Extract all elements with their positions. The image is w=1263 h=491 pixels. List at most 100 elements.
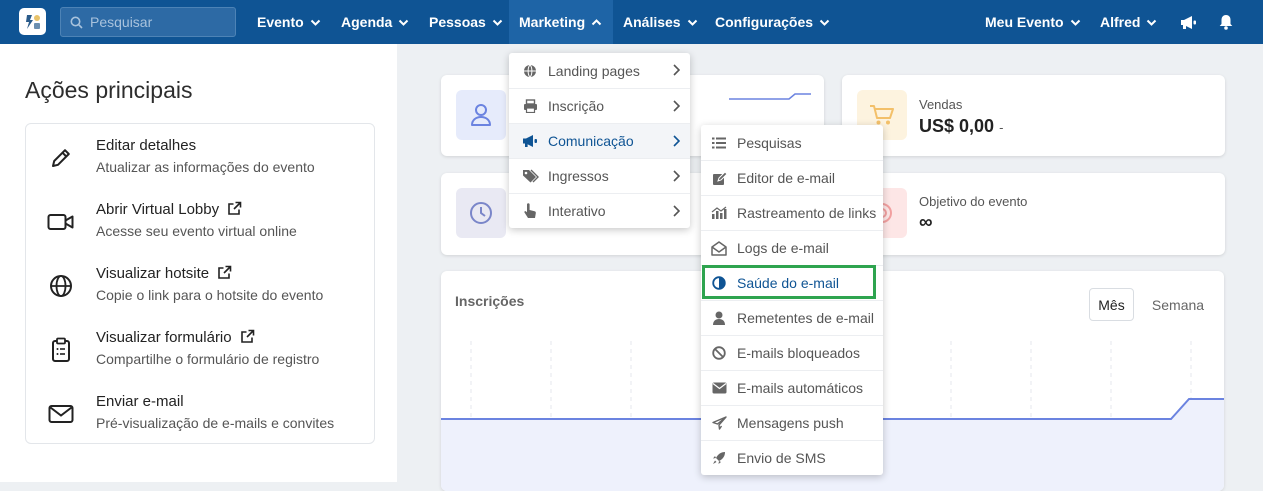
submenu-item-emails-automaticos[interactable]: E-mails automáticos (701, 370, 883, 405)
search-input[interactable]: Pesquisar (60, 7, 236, 37)
top-navigation-bar: Pesquisar Evento Agenda Pessoas Marketin… (0, 0, 1263, 44)
action-view-form[interactable]: Visualizar formulário Compartilhe o form… (26, 316, 376, 380)
app-logo[interactable] (19, 8, 46, 35)
rocket-icon (710, 451, 728, 465)
nav-label: Análises (623, 14, 681, 30)
chevron-down-icon (310, 19, 320, 26)
globe-icon (47, 272, 75, 300)
tags-icon (521, 169, 539, 183)
clock-icon (456, 188, 506, 238)
action-subtitle: Compartilhe o formulário de registro (96, 351, 320, 367)
submenu-item-label: Editor de e-mail (737, 170, 836, 186)
menu-item-label: Ingressos (548, 168, 609, 184)
external-link-icon (218, 265, 232, 279)
sales-delta: - (999, 120, 1004, 135)
chevron-right-icon (673, 205, 680, 217)
submenu-item-label: E-mails automáticos (737, 380, 864, 396)
nav-label: Pessoas (429, 14, 486, 30)
chevron-right-icon (673, 64, 680, 76)
megaphone-icon (521, 134, 539, 148)
action-title-text: Visualizar formulário (96, 329, 232, 346)
action-view-hotsite[interactable]: Visualizar hotsite Copie o link para o h… (26, 252, 376, 316)
submenu-item-label: Logs de e-mail (737, 240, 829, 256)
nav-label: Configurações (715, 14, 814, 30)
chevron-down-icon (687, 19, 697, 26)
submenu-item-label: Pesquisas (737, 134, 802, 151)
menu-item-landing-pages[interactable]: Landing pages (509, 53, 690, 88)
sales-label: Vendas (919, 97, 963, 112)
nav-agenda[interactable]: Agenda (333, 0, 417, 44)
submenu-item-emails-bloqueados[interactable]: E-mails bloqueados (701, 335, 883, 370)
submenu-item-rastreamento-de-links[interactable]: Rastreamento de links (701, 195, 883, 230)
nav-label: Marketing (519, 14, 586, 30)
envelope-icon (710, 382, 728, 394)
nav-label: Meu Evento (985, 14, 1064, 30)
action-title: Abrir Virtual Lobby (96, 201, 242, 218)
envelope-open-icon (710, 240, 728, 256)
chevron-down-icon (1147, 19, 1157, 26)
action-subtitle: Copie o link para o hotsite do evento (96, 287, 324, 303)
action-edit-details[interactable]: Editar detalhes Atualizar as informações… (26, 124, 376, 188)
submenu-item-editor-de-email[interactable]: Editor de e-mail (701, 160, 883, 195)
chevron-right-icon (673, 135, 680, 147)
chevron-down-icon (1070, 19, 1080, 26)
menu-item-interativo[interactable]: Interativo (509, 193, 690, 228)
clipboard-icon (47, 336, 75, 364)
chevron-right-icon (673, 100, 680, 112)
action-title-text: Abrir Virtual Lobby (96, 201, 220, 218)
action-title: Visualizar hotsite (96, 265, 232, 282)
card-event-goal: Objetivo do evento ∞ (842, 173, 1225, 255)
highlight-box (702, 265, 876, 299)
menu-item-label: Landing pages (548, 62, 640, 79)
communication-submenu: Pesquisas Editor de e-mail Rastreamento … (701, 125, 883, 475)
envelope-icon (47, 400, 75, 428)
action-title: Visualizar formulário (96, 329, 255, 346)
bar-chart-icon (710, 206, 728, 220)
menu-item-label: Inscrição (548, 98, 605, 114)
nav-label: Agenda (341, 14, 393, 30)
submenu-item-pesquisas[interactable]: Pesquisas (701, 125, 883, 160)
action-title: Enviar e-mail (96, 393, 184, 410)
action-open-virtual-lobby[interactable]: Abrir Virtual Lobby Acesse seu evento vi… (26, 188, 376, 252)
printer-icon (521, 99, 539, 113)
nav-pessoas[interactable]: Pessoas (421, 0, 511, 44)
submenu-item-envio-de-sms[interactable]: Envio de SMS (701, 440, 883, 475)
search-icon (70, 16, 83, 29)
chevron-down-icon (492, 19, 503, 26)
submenu-item-mensagens-push[interactable]: Mensagens push (701, 405, 883, 440)
main-actions-list: Editar detalhes Atualizar as informações… (25, 123, 375, 444)
submenu-item-logs-de-email[interactable]: Logs de e-mail (701, 230, 883, 265)
chevron-down-icon (399, 19, 409, 26)
search-placeholder: Pesquisar (90, 14, 153, 30)
goal-label: Objetivo do evento (919, 194, 1028, 209)
action-subtitle: Pré-visualização de e-mails e convites (96, 415, 335, 431)
nav-configuracoes[interactable]: Configurações (707, 0, 838, 44)
nav-label: Evento (257, 14, 304, 30)
nav-user-alfred[interactable]: Alfred (1092, 0, 1165, 44)
card-sales: Vendas US$ 0,00 - (842, 75, 1225, 156)
list-icon (710, 137, 728, 149)
edit-icon (710, 170, 728, 186)
external-link-icon (228, 201, 242, 215)
nav-meu-evento[interactable]: Meu Evento (977, 0, 1089, 44)
action-subtitle: Acesse seu evento virtual online (96, 223, 297, 239)
sparkline (729, 93, 811, 100)
bell-icon[interactable] (1213, 0, 1239, 44)
menu-item-label: Interativo (548, 203, 606, 219)
menu-item-ingressos[interactable]: Ingressos (509, 158, 690, 193)
menu-item-inscricao[interactable]: Inscrição (509, 88, 690, 123)
nav-analises[interactable]: Análises (615, 0, 706, 44)
paper-plane-icon (710, 416, 728, 430)
user-icon (456, 90, 506, 140)
nav-evento[interactable]: Evento (249, 0, 329, 44)
action-title: Editar detalhes (96, 137, 197, 154)
menu-item-comunicacao[interactable]: Comunicação (509, 123, 690, 158)
nav-label: Alfred (1100, 14, 1141, 30)
submenu-item-label: Rastreamento de links (737, 205, 877, 221)
submenu-item-remetentes-de-email[interactable]: Remetentes de e-mail (701, 300, 883, 335)
megaphone-icon[interactable] (1175, 0, 1201, 44)
external-link-icon (240, 329, 254, 343)
action-send-email[interactable]: Enviar e-mail Pré-visualização de e-mail… (26, 380, 376, 444)
sales-value-row: US$ 0,00 - (919, 116, 1003, 137)
nav-marketing[interactable]: Marketing (509, 0, 613, 44)
